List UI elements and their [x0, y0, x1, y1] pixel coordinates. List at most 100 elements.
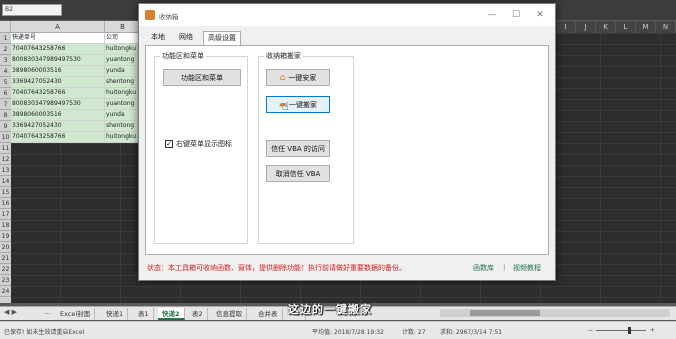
row-header[interactable]: 22	[0, 264, 11, 275]
column-header-m[interactable]: M	[636, 21, 656, 33]
tab-local[interactable]: 本地	[147, 31, 169, 44]
tab-network[interactable]: 网络	[175, 31, 197, 44]
function-library-link[interactable]: 函数库	[473, 263, 494, 273]
cell-company[interactable]: yuantong	[105, 99, 141, 109]
cell-tracking-number[interactable]: 3369427052430	[11, 77, 105, 87]
sheet-tab[interactable]: 快递1	[102, 308, 129, 320]
status-count: 计数: 27	[402, 329, 426, 336]
cell-company[interactable]: shentong	[105, 121, 141, 131]
column-header-b[interactable]: B	[105, 21, 141, 33]
dialog-title-bar[interactable]: 收纳箱 — ☐ ✕	[139, 4, 555, 26]
cell-company[interactable]: yuantong	[105, 55, 141, 65]
status-ready: 已保存! 如未生效请重启Excel	[4, 329, 85, 336]
row-header[interactable]: 10	[0, 132, 11, 143]
sheet-tab[interactable]: 信息提取	[212, 308, 247, 320]
one-click-install-button[interactable]: ⌂ 一键安家	[266, 69, 330, 86]
cell-company[interactable]: huitongku	[105, 44, 141, 54]
table-row: 3898060003516 yunda	[11, 110, 141, 121]
table-row: 70407643258766 huitongku	[11, 132, 141, 143]
row-header[interactable]: 16	[0, 198, 11, 209]
cell-tracking-number[interactable]: 70407643258766	[11, 132, 105, 142]
cell-header-a[interactable]: 快递单号	[11, 33, 105, 43]
cell-company[interactable]: yunda	[105, 110, 141, 120]
table-row: 3369427052430 shentong	[11, 77, 141, 88]
row-header[interactable]: 8	[0, 110, 11, 121]
zoom-in-button[interactable]: +	[650, 327, 655, 334]
maximize-button[interactable]: ☐	[505, 8, 527, 22]
table-row: 800830347989497530 yuantong	[11, 99, 141, 110]
row-header[interactable]: 5	[0, 77, 11, 88]
row-header[interactable]: 14	[0, 176, 11, 187]
cell-company[interactable]: yunda	[105, 66, 141, 76]
row-header[interactable]: 1	[0, 33, 11, 44]
cell-tracking-number[interactable]: 3898060003516	[11, 110, 105, 120]
minimize-button[interactable]: —	[481, 8, 503, 22]
advanced-settings-panel: 功能区和菜单 功能区和菜单 ✓ 右键菜单显示图标 收纳箱搬家 ⌂ 一键安家 ▰ …	[145, 45, 549, 255]
cell-company[interactable]: huitongku	[105, 132, 141, 142]
sheet-tab[interactable]: 表1	[134, 308, 154, 320]
ribbon-menu-button[interactable]: 功能区和菜单	[163, 69, 241, 86]
trust-vba-button[interactable]: 信任 VBA 的访问	[266, 140, 330, 157]
column-header-a[interactable]: A	[11, 21, 105, 33]
one-click-install-label: 一键安家	[288, 73, 317, 82]
table-row: 8008303479894975​30 yuantong	[11, 55, 141, 66]
row-header[interactable]: 17	[0, 209, 11, 220]
cell-company[interactable]: huitongku	[105, 88, 141, 98]
sheet-tab[interactable]: 表2	[188, 308, 208, 320]
row-header[interactable]: 18	[0, 220, 11, 231]
row-header[interactable]: 4	[0, 66, 11, 77]
video-tutorial-link[interactable]: 视频教程	[513, 263, 541, 273]
column-header-j[interactable]: J	[576, 21, 596, 33]
cell-tracking-number[interactable]: 70407643258766	[11, 44, 105, 54]
sheet-tab[interactable]: Excel封面	[56, 308, 96, 320]
row-header[interactable]: 9	[0, 121, 11, 132]
one-click-move-button[interactable]: ▰ 一键搬家	[266, 96, 330, 113]
cell-tracking-number[interactable]: 8008303479894975​30	[11, 55, 105, 65]
cell-tracking-number[interactable]: 3369427052430	[11, 121, 105, 131]
zoom-slider[interactable]	[596, 330, 646, 331]
column-header-n[interactable]: N	[656, 21, 676, 33]
row-header[interactable]: 13	[0, 165, 11, 176]
table-row: 70407643258766 huitongku	[11, 44, 141, 55]
close-button[interactable]: ✕	[529, 8, 551, 22]
column-header-l[interactable]: L	[616, 21, 636, 33]
status-average: 平均值: 2018/7/28 19:32	[312, 329, 384, 336]
row-header[interactable]: 23	[0, 275, 11, 286]
tab-advanced-settings[interactable]: 高级设置	[203, 31, 241, 45]
untrust-vba-button[interactable]: 取消信任 VBA	[266, 165, 330, 182]
cell-company[interactable]: shentong	[105, 77, 141, 87]
table-header-row: 快递单号 公司	[11, 33, 141, 44]
group-ribbon-menu-title: 功能区和菜单	[160, 51, 206, 61]
cell-tracking-number[interactable]: 3898060003516	[11, 66, 105, 76]
horizontal-scroll-thumb[interactable]	[470, 310, 540, 316]
column-header-k[interactable]: K	[596, 21, 616, 33]
sheet-tab[interactable]: 合并表	[254, 308, 283, 320]
storage-box-dialog: 收纳箱 — ☐ ✕ 本地 网络 高级设置 功能区和菜单 功能区和菜单 ✓ 右键菜…	[138, 3, 556, 281]
right-click-icon-checkbox[interactable]: ✓	[165, 140, 173, 148]
zoom-slider-knob[interactable]	[628, 327, 631, 334]
right-click-icon-option[interactable]: ✓ 右键菜单显示图标	[165, 139, 232, 149]
column-header-i[interactable]: I	[556, 21, 576, 33]
cell-tracking-number[interactable]: 70407643258766	[11, 88, 105, 98]
name-box[interactable]: B2	[2, 4, 62, 16]
select-all-corner[interactable]	[0, 21, 11, 33]
row-header[interactable]: 3	[0, 55, 11, 66]
row-header[interactable]: 6	[0, 88, 11, 99]
row-header[interactable]: 12	[0, 154, 11, 165]
row-header[interactable]: 24	[0, 286, 11, 297]
zoom-out-button[interactable]: −	[588, 327, 593, 334]
sheet-more-tabs[interactable]: ...	[44, 308, 51, 316]
row-header[interactable]: 7	[0, 99, 11, 110]
cell-header-b[interactable]: 公司	[105, 33, 141, 43]
row-header[interactable]: 15	[0, 187, 11, 198]
house-icon: ⌂	[279, 72, 286, 83]
row-header[interactable]: 11	[0, 143, 11, 154]
row-header[interactable]: 2	[0, 44, 11, 55]
cell-tracking-number[interactable]: 800830347989497530	[11, 99, 105, 109]
row-header[interactable]: 19	[0, 231, 11, 242]
row-header[interactable]: 21	[0, 253, 11, 264]
sheet-tab[interactable]: 快递2	[158, 308, 185, 320]
row-header[interactable]: 20	[0, 242, 11, 253]
sheet-nav-arrows[interactable]: ◀ ▶	[4, 308, 17, 316]
right-click-icon-label: 右键菜单显示图标	[176, 140, 232, 148]
